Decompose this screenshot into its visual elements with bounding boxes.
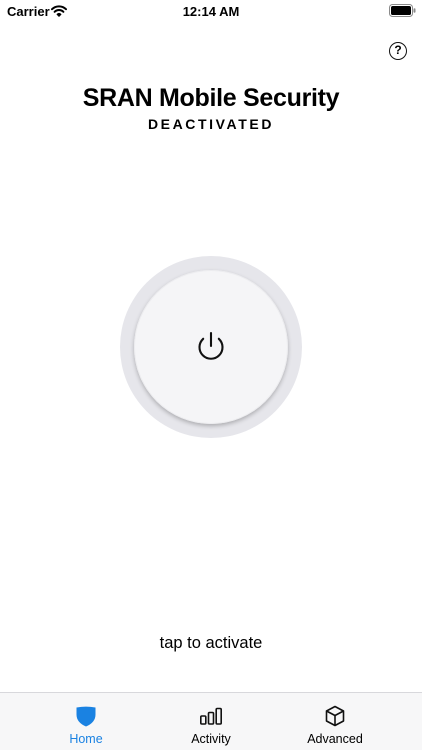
clock: 12:14 AM [182, 4, 240, 19]
tab-advanced-label: Advanced [307, 732, 363, 746]
help-icon: ? [394, 43, 402, 57]
app-title: SRAN Mobile Security [82, 84, 340, 112]
tab-activity[interactable]: Activity [141, 693, 281, 751]
power-icon [194, 329, 228, 368]
power-button-face[interactable] [134, 270, 288, 424]
tab-home-label: Home [69, 732, 103, 746]
tab-activity-label: Activity [191, 732, 231, 746]
status-bar: Carrier 12:14 AM [0, 0, 422, 24]
bar-chart-icon [199, 704, 223, 728]
battery-icon [389, 4, 416, 22]
help-button[interactable]: ? [389, 42, 407, 60]
cube-icon [323, 704, 347, 728]
shield-icon [74, 704, 98, 728]
tab-advanced[interactable]: Advanced [265, 693, 405, 751]
activate-hint: tap to activate [159, 634, 263, 652]
tab-home[interactable]: Home [16, 693, 156, 751]
tab-bar: Home Activity Advanced [0, 692, 422, 750]
protection-status: DEACTIVATED [147, 116, 275, 132]
power-toggle-button[interactable] [120, 256, 302, 438]
